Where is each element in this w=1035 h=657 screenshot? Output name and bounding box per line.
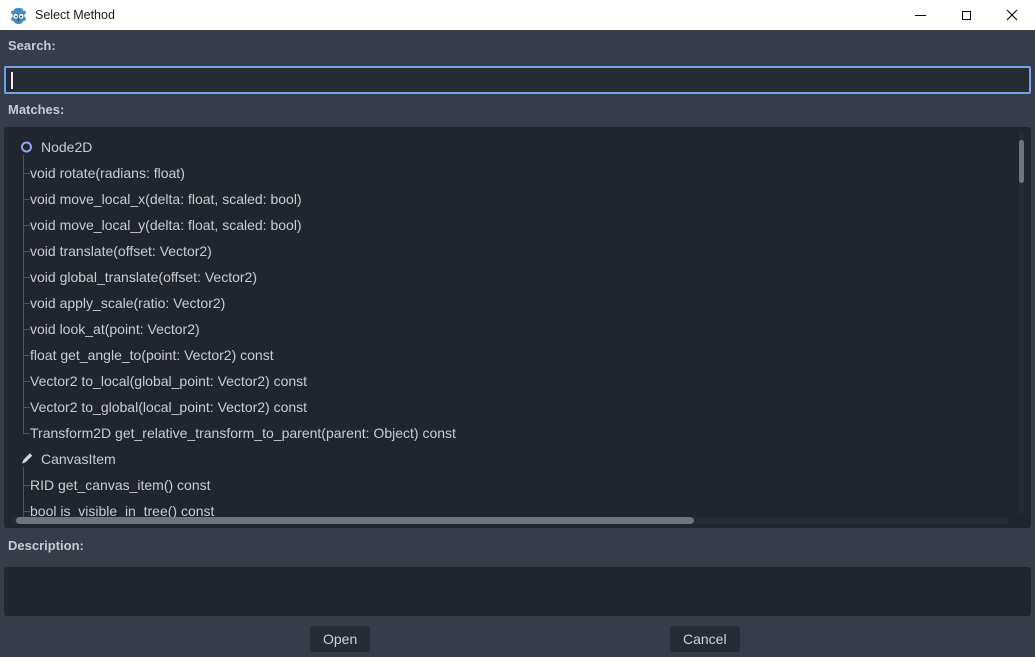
vertical-scrollbar-thumb[interactable] (1019, 140, 1024, 183)
maximize-icon (962, 11, 971, 20)
list-item-label: CanvasItem (41, 451, 116, 467)
tree-guide-line (23, 160, 31, 186)
list-item[interactable]: float get_angle_to(point: Vector2) const (4, 342, 1031, 368)
description-box (4, 567, 1031, 616)
list-item-label: RID get_canvas_item() const (30, 477, 211, 493)
minimize-icon (915, 15, 926, 16)
method-list: Node2D void rotate(radians: float) void mo… (4, 127, 1031, 528)
list-item-label: void move_local_x(delta: float, scaled: … (30, 191, 302, 207)
horizontal-scrollbar-thumb[interactable] (16, 517, 694, 524)
list-item[interactable]: void rotate(radians: float) (4, 160, 1031, 186)
list-item-label: Node2D (41, 139, 92, 155)
list-item[interactable]: RID get_canvas_item() const (4, 472, 1031, 498)
canvasitem-icon (20, 453, 33, 466)
list-item[interactable]: CanvasItem (4, 446, 1031, 472)
horizontal-scrollbar[interactable] (12, 517, 1009, 524)
select-method-dialog: Select Method Search: Matches: Node2D voi… (0, 0, 1035, 657)
tree-guide-line (23, 394, 31, 420)
vertical-scrollbar[interactable] (1019, 131, 1024, 514)
search-input[interactable] (4, 66, 1031, 94)
close-icon (1006, 9, 1018, 21)
close-button[interactable] (989, 0, 1035, 30)
matches-label: Matches: (8, 102, 64, 117)
list-item[interactable]: void apply_scale(ratio: Vector2) (4, 290, 1031, 316)
maximize-button[interactable] (943, 0, 989, 30)
tree-guide-line (23, 238, 31, 264)
tree-guide-line (23, 264, 31, 290)
list-item[interactable]: void look_at(point: Vector2) (4, 316, 1031, 342)
list-item[interactable]: Node2D (4, 134, 1031, 160)
list-item-label: void translate(offset: Vector2) (30, 243, 212, 259)
open-button[interactable]: Open (310, 626, 370, 652)
list-item-label: float get_angle_to(point: Vector2) const (30, 347, 274, 363)
tree-guide-line (23, 368, 31, 394)
tree-guide-line (23, 420, 31, 446)
list-item[interactable]: void translate(offset: Vector2) (4, 238, 1031, 264)
list-item[interactable]: void move_local_y(delta: float, scaled: … (4, 212, 1031, 238)
tree-guide-line (23, 290, 31, 316)
tree-guide-line (23, 472, 31, 498)
list-item[interactable]: Vector2 to_local(global_point: Vector2) … (4, 368, 1031, 394)
cancel-button[interactable]: Cancel (670, 626, 740, 652)
list-item[interactable]: void global_translate(offset: Vector2) (4, 264, 1031, 290)
titlebar: Select Method (0, 0, 1035, 30)
description-label: Description: (8, 538, 84, 553)
node2d-icon (21, 142, 32, 153)
window-title: Select Method (35, 8, 115, 22)
tree-guide-line (23, 212, 31, 238)
list-item-label: void look_at(point: Vector2) (30, 321, 200, 337)
tree-guide-line (23, 186, 31, 212)
list-item[interactable]: Vector2 to_global(local_point: Vector2) … (4, 394, 1031, 420)
text-caret (11, 72, 13, 89)
list-item-label: void rotate(radians: float) (30, 165, 185, 181)
list-item[interactable]: void move_local_x(delta: float, scaled: … (4, 186, 1031, 212)
search-label: Search: (8, 38, 56, 53)
tree-guide-line (23, 316, 31, 342)
list-item-label: void apply_scale(ratio: Vector2) (30, 295, 225, 311)
list-item-label: Vector2 to_local(global_point: Vector2) … (30, 373, 307, 389)
window-controls (897, 0, 1035, 30)
method-list-rows: Node2D void rotate(radians: float) void mo… (4, 134, 1031, 524)
list-item-label: Vector2 to_global(local_point: Vector2) … (30, 399, 307, 415)
list-item[interactable]: Transform2D get_relative_transform_to_pa… (4, 420, 1031, 446)
tree-guide-line (23, 342, 31, 368)
minimize-button[interactable] (897, 0, 943, 30)
list-item-label: Transform2D get_relative_transform_to_pa… (30, 425, 456, 441)
list-item-label: void move_local_y(delta: float, scaled: … (30, 217, 302, 233)
godot-logo-icon (9, 6, 28, 25)
list-item-label: void global_translate(offset: Vector2) (30, 269, 257, 285)
